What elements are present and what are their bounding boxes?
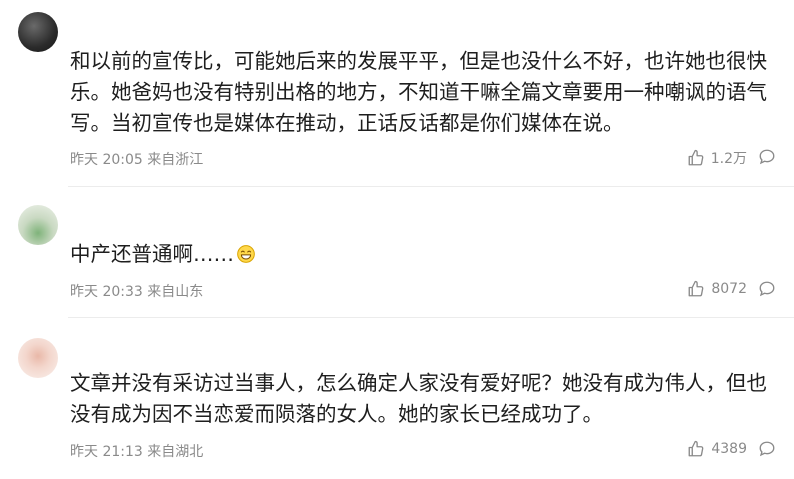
comment-time: 昨天 20:05 — [70, 152, 143, 168]
comment-text: 和以前的宣传比，可能她后来的发展平平，但是也没什么不好，也许她也很快乐。她爸妈也… — [70, 49, 767, 135]
reply-icon[interactable] — [758, 440, 776, 458]
username[interactable] — [72, 12, 202, 26]
comment-time: 昨天 20:33 — [70, 284, 143, 300]
comment-meta: 昨天 20:05 来自浙江 — [70, 149, 203, 169]
grinning-emoji-icon — [237, 245, 255, 263]
comment-time: 昨天 21:13 — [70, 444, 143, 460]
comment-text: 文章并没有采访过当事人，怎么确定人家没有爱好呢？她没有成为伟人，但也没有成为因不… — [70, 371, 767, 426]
like-button[interactable]: 8072 — [687, 280, 747, 298]
comment-meta: 昨天 21:13 来自湖北 — [70, 441, 203, 461]
thumbs-up-icon — [688, 280, 704, 297]
comment-meta: 昨天 20:33 来自山东 — [70, 281, 203, 301]
thumbs-up-icon — [688, 440, 704, 457]
avatar[interactable] — [18, 205, 58, 245]
like-button[interactable]: 1.2万 — [687, 148, 747, 168]
comment-location: 来自浙江 — [147, 152, 204, 168]
comment-location: 来自山东 — [147, 284, 204, 300]
comment-item: 和以前的宣传比，可能她后来的发展平平，但是也没什么不好，也许她也很快乐。她爸妈也… — [0, 0, 794, 186]
comment-item: 中产还普通啊…… 昨天 20:33 来自山东 8072 — [0, 187, 794, 317]
like-count: 4389 — [711, 441, 747, 457]
comment-location: 来自湖北 — [147, 444, 204, 460]
username[interactable] — [72, 209, 172, 223]
like-count: 1.2万 — [710, 151, 747, 167]
avatar[interactable] — [18, 12, 58, 52]
comment-item: 文章并没有采访过当事人，怎么确定人家没有爱好呢？她没有成为伟人，但也没有成为因不… — [0, 318, 794, 479]
avatar[interactable] — [18, 338, 58, 378]
like-button[interactable]: 4389 — [687, 440, 747, 458]
like-count: 8072 — [711, 281, 747, 297]
username[interactable] — [72, 334, 192, 348]
reply-icon[interactable] — [758, 148, 776, 166]
reply-icon[interactable] — [758, 280, 776, 298]
thumbs-up-icon — [688, 149, 704, 166]
comment-text: 中产还普通啊…… — [70, 239, 780, 270]
comment-text-content: 中产还普通啊…… — [70, 242, 234, 266]
